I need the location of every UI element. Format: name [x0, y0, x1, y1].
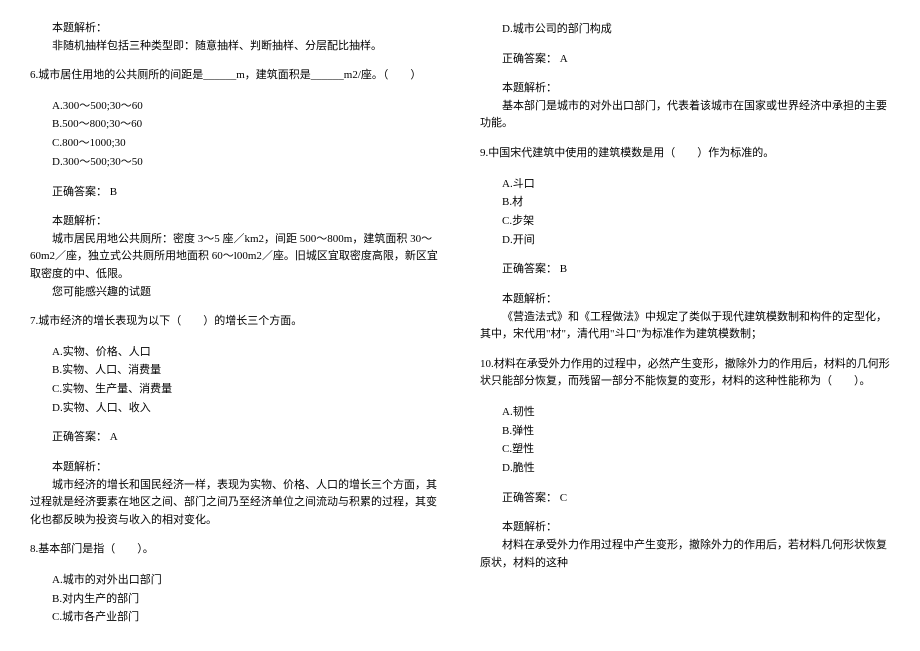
answer-label: 正确答案：: [502, 492, 557, 504]
q7-options: A.实物、价格、人口 B.实物、人口、消费量 C.实物、生产量、消费量 D.实物…: [30, 343, 440, 418]
q10-answer: 正确答案： C: [480, 490, 890, 508]
q9-options: A.斗口 B.材 C.步架 D.开间: [480, 175, 890, 250]
q7-option-d: D.实物、人口、收入: [52, 399, 440, 418]
q6-analysis: 本题解析： 城市居民用地公共厕所：密度 3～5 座／km2，间距 500～800…: [30, 213, 440, 301]
q10-analysis: 本题解析： 材料在承受外力作用过程中产生变形，撤除外力的作用后，若材料几何形状恢…: [480, 519, 890, 572]
q7-stem: 7.城市经济的增长表现为以下（ ）的增长三个方面。: [30, 313, 440, 331]
q7-option-a: A.实物、价格、人口: [52, 343, 440, 362]
q9-analysis: 本题解析： 《营造法式》和《工程做法》中规定了类似于现代建筑模数制和构件的定型化…: [480, 291, 890, 344]
answer-value: A: [560, 53, 568, 65]
analysis-text: 基本部门是城市的对外出口部门，代表着该城市在国家或世界经济中承担的主要功能。: [480, 98, 890, 133]
answer-label: 正确答案：: [52, 186, 107, 198]
exam-page: 本题解析： 非随机抽样包括三种类型即：随意抽样、判断抽样、分层配比抽样。 6.城…: [0, 0, 920, 651]
q6-option-a: A.300～500;30～60: [52, 97, 440, 116]
q9-option-a: A.斗口: [502, 175, 890, 194]
q10-option-b: B.弹性: [502, 422, 890, 441]
q6-options: A.300～500;30～60 B.500～800;30～60 C.800～10…: [30, 97, 440, 172]
answer-value: C: [560, 492, 567, 504]
q7-option-b: B.实物、人口、消费量: [52, 361, 440, 380]
related-questions: 您可能感兴趣的试题: [30, 284, 440, 302]
analysis-heading: 本题解析：: [480, 519, 890, 537]
analysis-heading: 本题解析：: [30, 213, 440, 231]
q8-option-c: C.城市各产业部门: [52, 608, 440, 627]
answer-value: A: [110, 431, 118, 443]
q9-stem: 9.中国宋代建筑中使用的建筑模数是用（ ）作为标准的。: [480, 145, 890, 163]
analysis-text: 材料在承受外力作用过程中产生变形，撤除外力的作用后，若材料几何形状恢复原状，材料…: [480, 537, 890, 572]
q8-option-b: B.对内生产的部门: [52, 590, 440, 609]
q8-option-d: D.城市公司的部门构成: [502, 20, 890, 39]
analysis-heading: 本题解析：: [480, 80, 890, 98]
q8-option-a: A.城市的对外出口部门: [52, 571, 440, 590]
answer-label: 正确答案：: [502, 263, 557, 275]
analysis-heading: 本题解析：: [480, 291, 890, 309]
q7-answer: 正确答案： A: [30, 429, 440, 447]
q10-options: A.韧性 B.弹性 C.塑性 D.脆性: [480, 403, 890, 478]
q10-option-d: D.脆性: [502, 459, 890, 478]
q9-option-d: D.开间: [502, 231, 890, 250]
analysis-text: 非随机抽样包括三种类型即：随意抽样、判断抽样、分层配比抽样。: [30, 38, 440, 56]
intro-analysis: 本题解析： 非随机抽样包括三种类型即：随意抽样、判断抽样、分层配比抽样。: [30, 20, 440, 55]
answer-value: B: [560, 263, 567, 275]
q8-stem: 8.基本部门是指（ ）。: [30, 541, 440, 559]
q9-option-b: B.材: [502, 193, 890, 212]
analysis-heading: 本题解析：: [30, 459, 440, 477]
q10-stem: 10.材料在承受外力作用的过程中，必然产生变形，撤除外力的作用后，材料的几何形状…: [480, 356, 890, 391]
q10-option-c: C.塑性: [502, 440, 890, 459]
analysis-text: 《营造法式》和《工程做法》中规定了类似于现代建筑模数制和构件的定型化，其中，宋代…: [480, 309, 890, 344]
answer-value: B: [110, 186, 117, 198]
q9-answer: 正确答案： B: [480, 261, 890, 279]
q6-option-b: B.500～800;30～60: [52, 115, 440, 134]
analysis-text: 城市经济的增长和国民经济一样，表现为实物、价格、人口的增长三个方面，其过程就是经…: [30, 477, 440, 530]
analysis-text: 城市居民用地公共厕所：密度 3～5 座／km2，间距 500～800m，建筑面积…: [30, 231, 440, 284]
q6-option-c: C.800～1000;30: [52, 134, 440, 153]
q7-analysis: 本题解析： 城市经济的增长和国民经济一样，表现为实物、价格、人口的增长三个方面，…: [30, 459, 440, 529]
q6-stem: 6.城市居住用地的公共厕所的间距是______m，建筑面积是______m2/座…: [30, 67, 440, 85]
q9-option-c: C.步架: [502, 212, 890, 231]
q10-option-a: A.韧性: [502, 403, 890, 422]
q6-option-d: D.300～500;30～50: [52, 153, 440, 172]
answer-label: 正确答案：: [502, 53, 557, 65]
q8-answer: 正确答案： A: [480, 51, 890, 69]
q6-answer: 正确答案： B: [30, 184, 440, 202]
q7-option-c: C.实物、生产量、消费量: [52, 380, 440, 399]
analysis-heading: 本题解析：: [30, 20, 440, 38]
q8-analysis: 本题解析： 基本部门是城市的对外出口部门，代表着该城市在国家或世界经济中承担的主…: [480, 80, 890, 133]
answer-label: 正确答案：: [52, 431, 107, 443]
